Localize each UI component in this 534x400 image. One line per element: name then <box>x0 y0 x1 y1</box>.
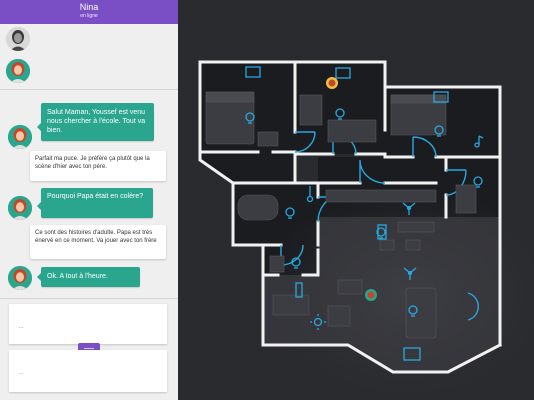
sofa <box>327 119 377 143</box>
nightstand <box>257 131 279 147</box>
composer-card-text: ... <box>19 370 24 376</box>
composer-card[interactable]: ... <box>9 350 167 392</box>
message-bubble-received: Ce sont des histoires d'adulte. Papa est… <box>30 225 166 259</box>
armchair <box>327 305 351 327</box>
message-bubble-sent: Salut Maman, Youssef est venu nous cherc… <box>37 103 154 141</box>
living-sofa <box>272 294 310 316</box>
chat-header: Nina en ligne <box>0 0 178 24</box>
message-text: Parfait ma puce. Je préfère ça plutôt qu… <box>35 156 150 170</box>
floor-plan <box>198 60 534 400</box>
house-map <box>178 0 534 400</box>
message-avatar <box>8 196 32 220</box>
message-text: Ok. A tout à l'heure. <box>47 273 108 280</box>
stool <box>405 239 421 251</box>
washing-machine <box>455 184 477 214</box>
composer-separator <box>0 298 178 299</box>
message-bubble-sent: Pourquoi Papa était en colère? <box>37 188 153 218</box>
bathtub <box>237 194 279 221</box>
stool <box>379 239 395 251</box>
kitchen-counter <box>325 189 437 203</box>
contact-name: Nina <box>79 2 99 12</box>
message-text: Pourquoi Papa était en colère? <box>47 193 144 200</box>
desk <box>299 94 323 126</box>
person-marker[interactable] <box>326 77 338 89</box>
message-bubble-received: Parfait ma puce. Je préfère ça plutôt qu… <box>30 151 166 181</box>
bed-pillows <box>205 91 255 103</box>
contact-avatar-grey[interactable] <box>6 27 30 51</box>
message-text: Salut Maman, Youssef est venu nous cherc… <box>47 109 146 134</box>
app-root: Nina en ligne Salut Maman, Youssef est v… <box>0 0 534 400</box>
kitchen-island <box>397 221 435 233</box>
contact-status: en ligne <box>80 13 98 19</box>
message-avatar <box>8 266 32 290</box>
chat-panel: Nina en ligne Salut Maman, Youssef est v… <box>0 0 178 400</box>
message-text: Ce sont des histoires d'adulte. Papa est… <box>35 230 157 244</box>
avatar-separator <box>0 89 178 90</box>
message-avatar <box>8 125 32 149</box>
toilet <box>269 255 285 273</box>
message-bubble-sent: Ok. A tout à l'heure. <box>37 267 140 287</box>
composer-card[interactable]: ... <box>9 304 167 344</box>
composer-card-text: ... <box>19 324 24 330</box>
person-marker[interactable] <box>365 289 377 301</box>
coffee-table <box>337 279 363 295</box>
contact-avatar-red[interactable] <box>6 59 30 83</box>
